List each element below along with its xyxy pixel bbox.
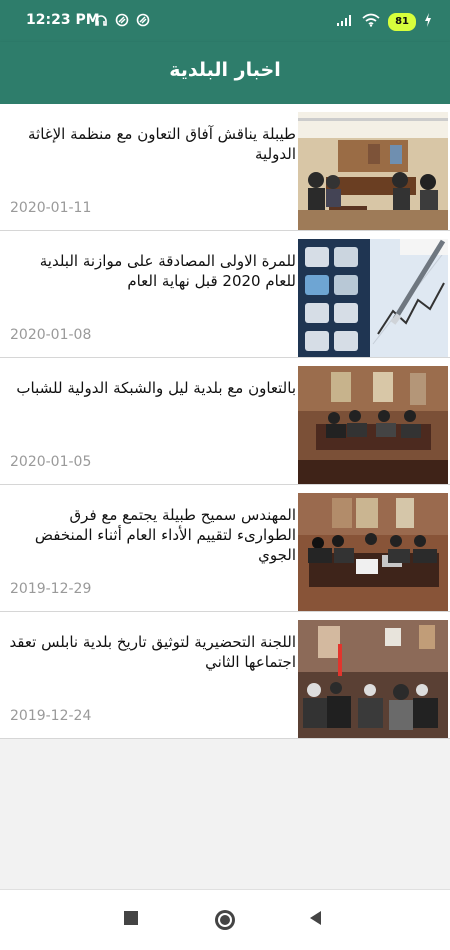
news-title: اللجنة التحضيرية لتوثيق تاريخ بلدية نابل… — [9, 633, 296, 671]
news-item[interactable]: اللجنة التحضيرية لتوثيق تاريخ بلدية نابل… — [0, 612, 450, 739]
system-navigation-bar — [0, 889, 450, 950]
news-list: طيبلة يناقش آفاق التعاون مع منظمة الإغاث… — [0, 104, 450, 739]
status-bar: 12:23 PM 81 — [0, 0, 450, 42]
news-item[interactable]: المهندس سميح طبيلة يجتمع مع فرق الطوارىء… — [0, 485, 450, 612]
news-item[interactable]: بالتعاون مع بلدية ليل والشبكة الدولية لل… — [0, 358, 450, 485]
signal-icon — [336, 12, 354, 31]
app-bar: اخبار البلدية — [0, 42, 450, 104]
news-thumbnail[interactable] — [298, 112, 448, 230]
status-time: 12:23 PM — [26, 12, 100, 28]
status-system-icons: 81 — [336, 12, 432, 31]
back-button[interactable] — [306, 908, 336, 932]
news-title: بالتعاون مع بلدية ليل والشبكة الدولية لل… — [16, 379, 296, 397]
news-date: 2020-01-05 — [10, 454, 92, 470]
news-item[interactable]: للمرة الاولى المصادقة على موازنة البلدية… — [0, 231, 450, 358]
news-title: المهندس سميح طبيلة يجتمع مع فرق الطوارىء… — [34, 506, 296, 564]
news-item[interactable]: طيبلة يناقش آفاق التعاون مع منظمة الإغاث… — [0, 104, 450, 231]
news-date: 2020-01-11 — [10, 200, 92, 216]
battery-indicator: 81 — [388, 12, 416, 31]
recent-apps-button[interactable] — [121, 908, 151, 932]
notification-icon — [115, 12, 129, 27]
charging-icon — [424, 12, 432, 31]
news-date: 2019-12-24 — [10, 708, 92, 724]
news-title: طيبلة يناقش آفاق التعاون مع منظمة الإغاث… — [27, 125, 296, 163]
headset-icon — [94, 12, 108, 26]
news-title: للمرة الاولى المصادقة على موازنة البلدية… — [39, 252, 296, 290]
news-thumbnail[interactable] — [298, 239, 448, 357]
notification-icon — [136, 12, 150, 27]
wifi-icon — [362, 12, 380, 31]
news-thumbnail[interactable] — [298, 493, 448, 611]
news-date: 2020-01-08 — [10, 327, 92, 343]
home-button[interactable] — [213, 908, 243, 932]
status-notification-icons — [94, 12, 150, 27]
news-thumbnail[interactable] — [298, 366, 448, 484]
news-thumbnail[interactable] — [298, 620, 448, 738]
page-title: اخبار البلدية — [169, 59, 281, 81]
news-date: 2019-12-29 — [10, 581, 92, 597]
